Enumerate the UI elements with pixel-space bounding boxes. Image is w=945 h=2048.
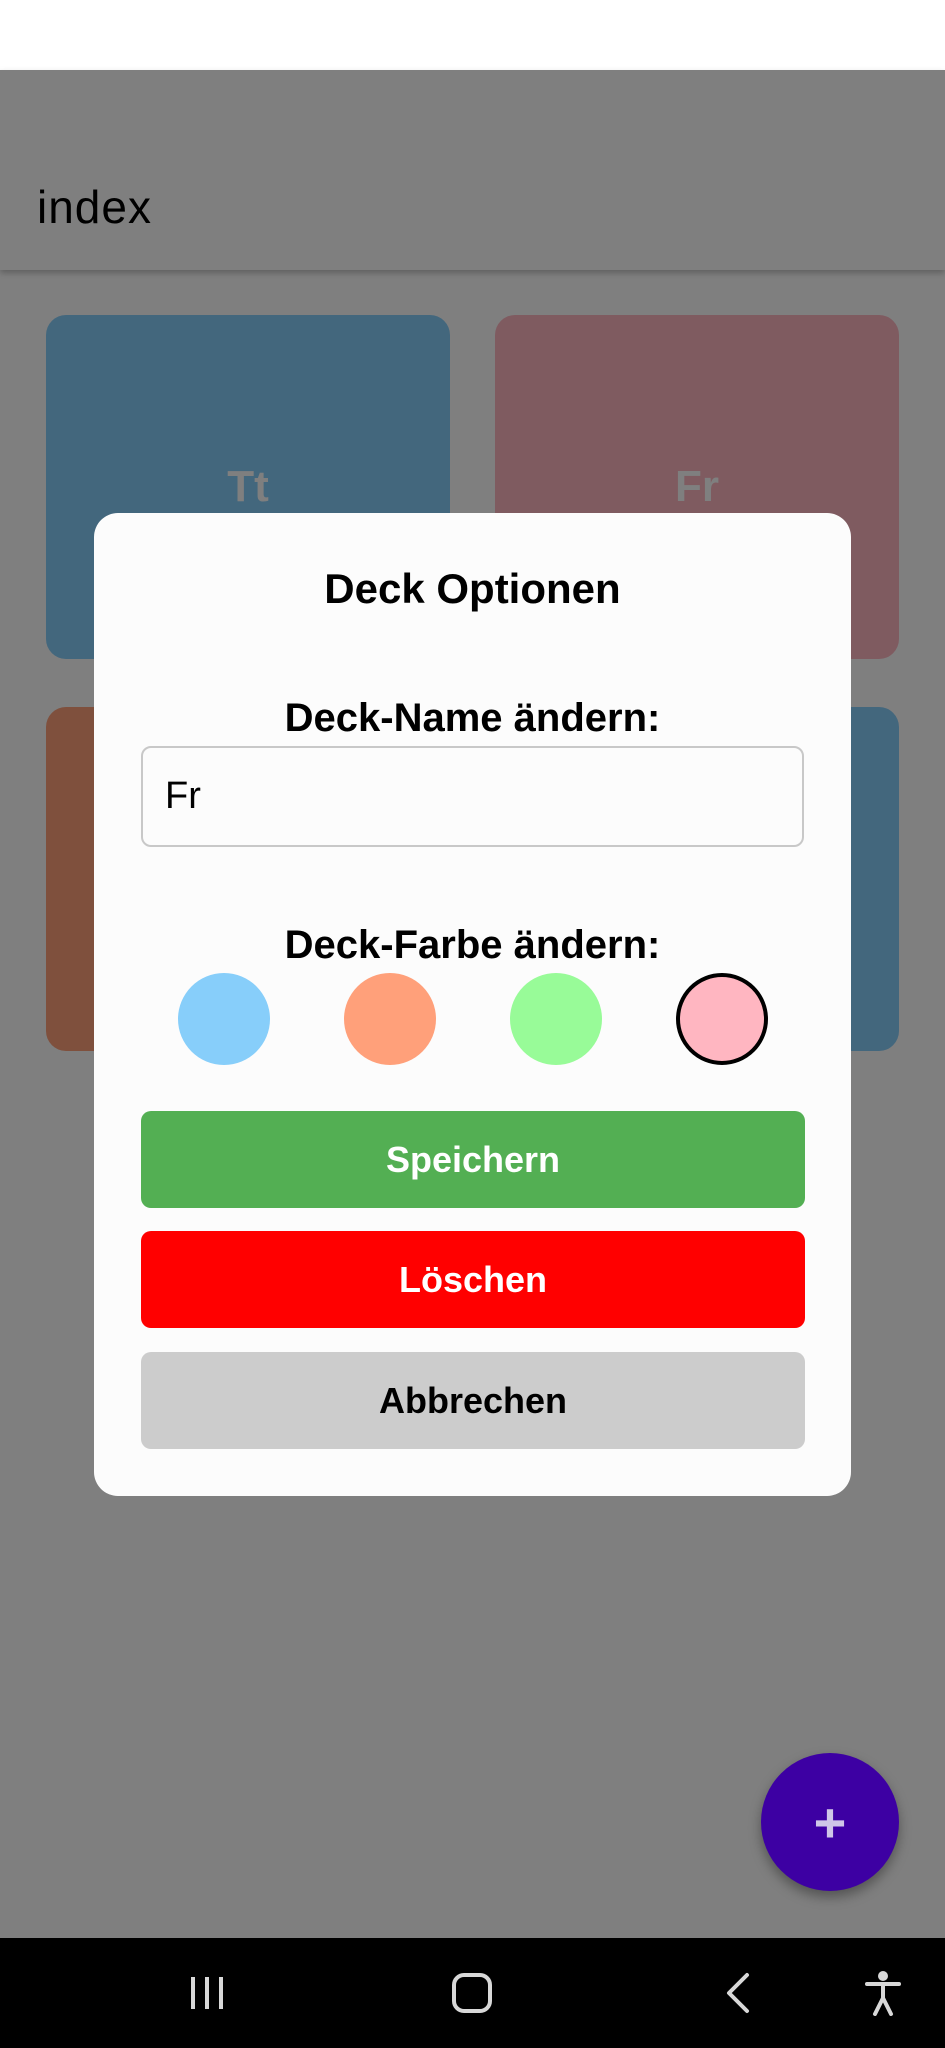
save-button[interactable]: Speichern: [141, 1111, 805, 1208]
back-icon[interactable]: [713, 1965, 763, 2021]
cancel-button[interactable]: Abbrechen: [141, 1352, 805, 1449]
deck-name-label: Deck-Name ändern:: [284, 696, 661, 740]
color-swatch-orange[interactable]: [344, 973, 436, 1065]
deck-name-input[interactable]: [141, 746, 804, 847]
delete-button[interactable]: Löschen: [141, 1231, 805, 1328]
system-nav-bar: [0, 1938, 945, 2048]
deck-color-label: Deck-Farbe ändern:: [284, 923, 661, 967]
status-bar: [0, 0, 945, 70]
recent-apps-icon[interactable]: [182, 1965, 232, 2021]
color-swatch-pink[interactable]: [676, 973, 768, 1065]
color-swatch-green[interactable]: [510, 973, 602, 1065]
home-icon[interactable]: [447, 1965, 497, 2021]
accessibility-icon[interactable]: [858, 1965, 908, 2021]
plus-icon: +: [813, 1790, 847, 1854]
add-deck-button[interactable]: +: [761, 1753, 899, 1891]
color-swatch-blue[interactable]: [178, 973, 270, 1065]
dialog-title: Deck Optionen: [324, 565, 621, 612]
deck-options-dialog: Deck Optionen Deck-Name ändern: Deck-Far…: [94, 513, 851, 1496]
